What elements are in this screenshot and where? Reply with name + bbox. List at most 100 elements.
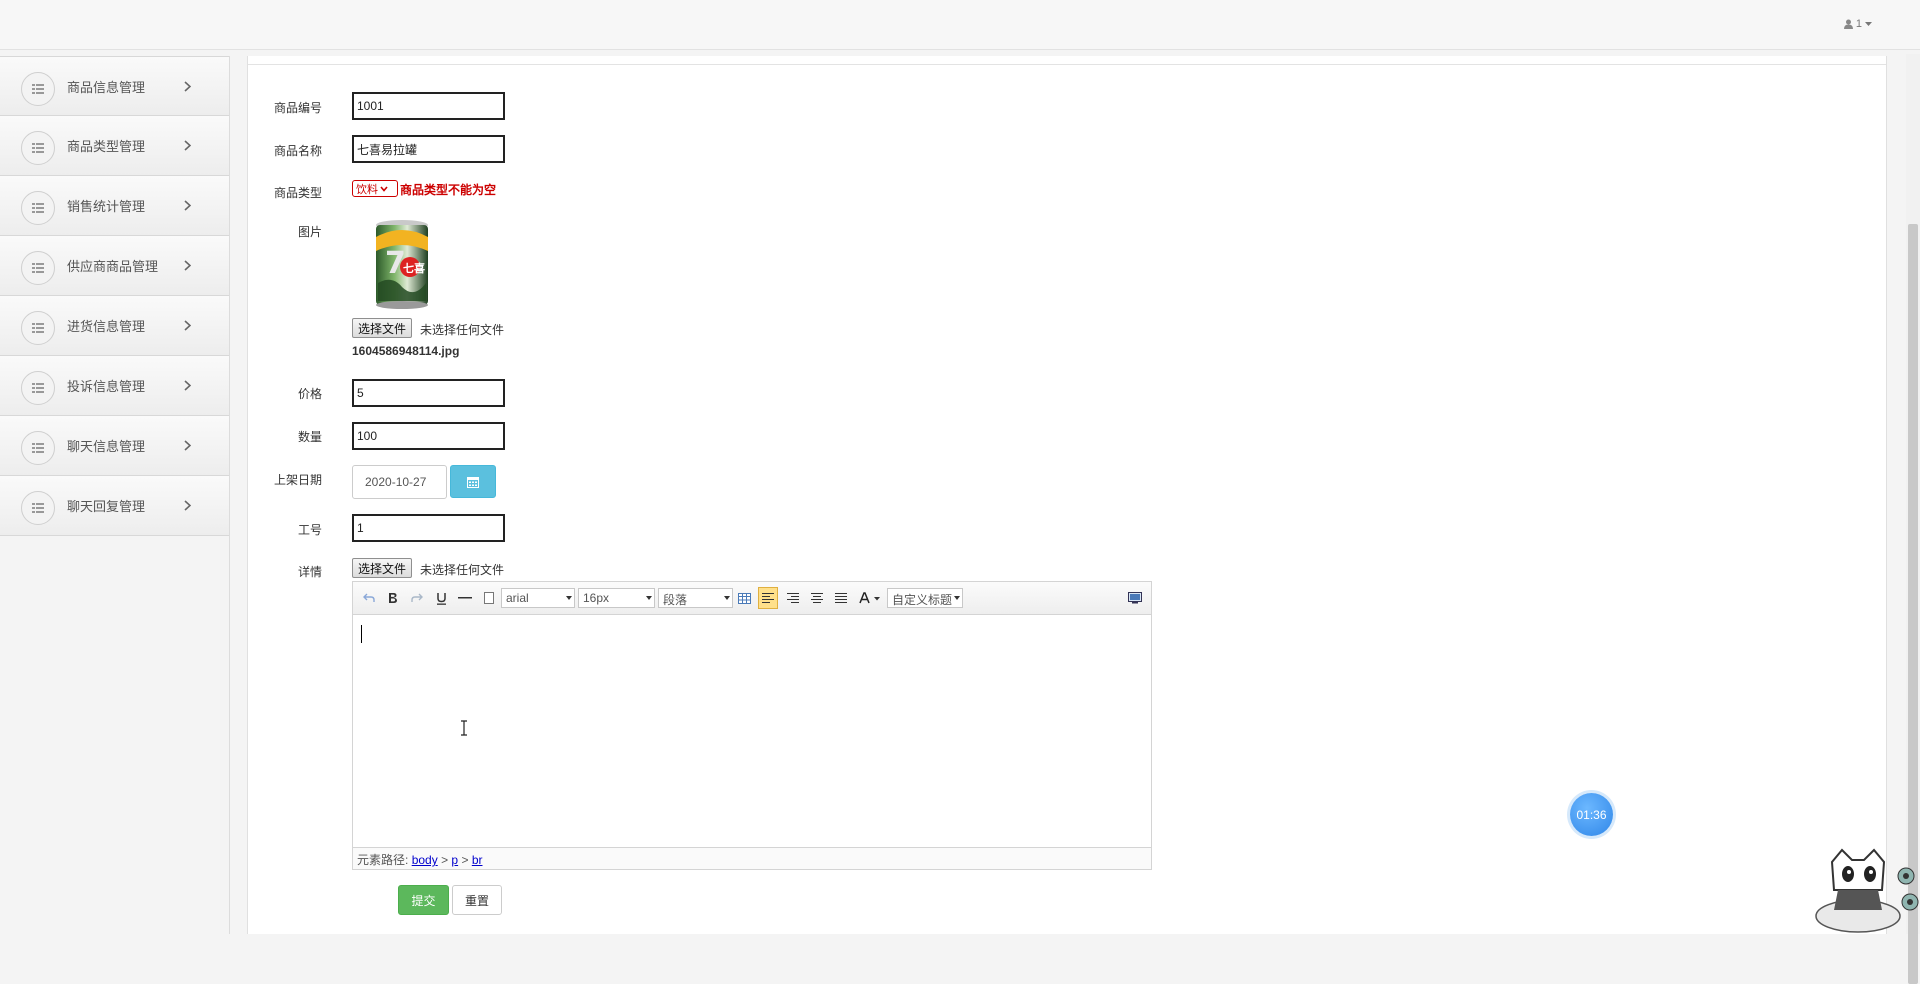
price-label: 价格 [297, 387, 322, 401]
align-right-button[interactable] [785, 589, 801, 607]
grid-list-icon [21, 491, 55, 525]
sidebar-item-sales-stats[interactable]: 销售统计管理 [0, 176, 229, 236]
chevron-right-icon [184, 440, 191, 451]
grid-list-icon [21, 311, 55, 345]
top-bar: 1 [0, 0, 1920, 50]
type-label: 商品类型 [273, 186, 322, 200]
sidebar-item-label: 进货信息管理 [67, 319, 146, 334]
details-label: 详情 [297, 565, 322, 579]
bold-icon [389, 593, 397, 603]
mascot-widget[interactable] [1808, 846, 1920, 934]
product-image: 7 七喜 [352, 217, 452, 313]
align-center-button[interactable] [809, 589, 825, 607]
listing-date-input[interactable] [352, 465, 447, 499]
sidebar-item-chat-info[interactable]: 聊天信息管理 [0, 416, 229, 476]
user-menu[interactable]: 1 [1843, 18, 1872, 30]
path-separator: > [441, 853, 449, 867]
details-file-button[interactable]: 选择文件 [352, 558, 413, 578]
element-path-label: 元素路径: [357, 853, 409, 867]
product-type-select[interactable]: 饮料 [352, 180, 398, 197]
chevron-right-icon [184, 81, 191, 92]
align-center-icon [811, 593, 823, 603]
caret-down-icon [1865, 22, 1872, 26]
grid-list-icon [21, 371, 55, 405]
chevron-right-icon [184, 260, 191, 271]
sidebar-item-label: 供应商商品管理 [67, 259, 159, 274]
grid-list-icon [21, 431, 55, 465]
calendar-button[interactable] [450, 465, 496, 498]
caret-down-icon [646, 596, 652, 600]
sidebar-item-product-type[interactable]: 商品类型管理 [0, 116, 229, 176]
price-input[interactable] [352, 379, 505, 407]
user-icon [1843, 19, 1853, 29]
details-no-file-text: 未选择任何文件 [420, 563, 505, 577]
undo-icon [363, 593, 375, 602]
quantity-input[interactable] [352, 422, 505, 450]
font-family-select[interactable]: arial [501, 588, 575, 608]
chevron-right-icon [184, 380, 191, 391]
monitor-icon [1128, 592, 1142, 604]
undo-button[interactable] [361, 589, 377, 607]
sidebar-item-complaints[interactable]: 投诉信息管理 [0, 356, 229, 416]
sidebar-item-product-info[interactable]: 商品信息管理 [0, 56, 229, 116]
calendar-icon [467, 476, 479, 488]
path-link-br[interactable]: br [472, 853, 483, 867]
text-cursor-icon [461, 720, 467, 736]
custom-title-value: 自定义标题 [892, 593, 953, 607]
code-label: 商品编号 [273, 101, 322, 115]
fullscreen-button[interactable] [1127, 589, 1143, 607]
redo-icon [411, 593, 423, 602]
paragraph-select[interactable]: 段落 [658, 588, 733, 608]
align-justify-button[interactable] [833, 589, 849, 607]
product-type-value: 饮料 [356, 183, 378, 196]
image-file-button[interactable]: 选择文件 [352, 318, 413, 338]
sidebar-item-chat-reply[interactable]: 聊天回复管理 [0, 476, 229, 536]
staff-no-input[interactable] [352, 514, 505, 542]
align-left-button[interactable] [758, 587, 778, 609]
horizontal-rule-icon [458, 597, 472, 599]
redo-button[interactable] [409, 589, 425, 607]
font-color-button[interactable] [857, 589, 883, 607]
table-icon [737, 592, 751, 604]
image-no-file-text: 未选择任何文件 [420, 323, 505, 337]
font-size-select[interactable]: 16px [578, 588, 655, 608]
underline-icon [436, 592, 446, 605]
chevron-right-icon [184, 140, 191, 151]
path-link-body[interactable]: body [412, 853, 438, 867]
page-icon [484, 592, 494, 604]
user-name: 1 [1855, 18, 1862, 30]
date-label: 上架日期 [273, 473, 322, 487]
custom-title-select[interactable]: 自定义标题 [887, 588, 963, 608]
product-code-input[interactable] [352, 92, 505, 120]
product-name-input[interactable] [352, 135, 505, 163]
horizontal-rule-button[interactable] [457, 589, 473, 607]
type-error: 商品类型不能为空 [400, 183, 497, 197]
font-size-value: 16px [583, 591, 610, 605]
font-family-value: arial [506, 591, 529, 605]
sidebar-item-label: 聊天回复管理 [67, 499, 146, 514]
chevron-right-icon [184, 500, 191, 511]
page-break-button[interactable] [481, 589, 497, 607]
grid-list-icon [21, 131, 55, 165]
path-link-p[interactable]: p [451, 853, 458, 867]
bold-button[interactable] [385, 589, 401, 607]
submit-button[interactable]: 提交 [398, 885, 449, 915]
sidebar-item-label: 聊天信息管理 [67, 439, 146, 454]
caret-down-icon [954, 596, 960, 600]
editor-content[interactable] [353, 615, 1151, 845]
text-cursor [361, 625, 362, 643]
page-scrollbar[interactable] [1906, 54, 1920, 984]
panel-header [248, 56, 1886, 65]
sidebar-item-purchase-info[interactable]: 进货信息管理 [0, 296, 229, 356]
name-label: 商品名称 [273, 144, 322, 158]
font-color-icon [859, 592, 880, 604]
underline-button[interactable] [433, 589, 449, 607]
editor-toolbar: arial 16px 段落 自定义标题 [353, 582, 1151, 615]
image-filename: 1604586948114.jpg [352, 344, 460, 358]
reset-button[interactable]: 重置 [452, 885, 502, 915]
timer-bubble[interactable]: 01:36 [1570, 793, 1613, 836]
insert-table-button[interactable] [736, 589, 752, 607]
align-left-icon [762, 593, 774, 603]
sidebar-item-label: 投诉信息管理 [67, 379, 146, 394]
sidebar-item-supplier-products[interactable]: 供应商商品管理 [0, 236, 229, 296]
